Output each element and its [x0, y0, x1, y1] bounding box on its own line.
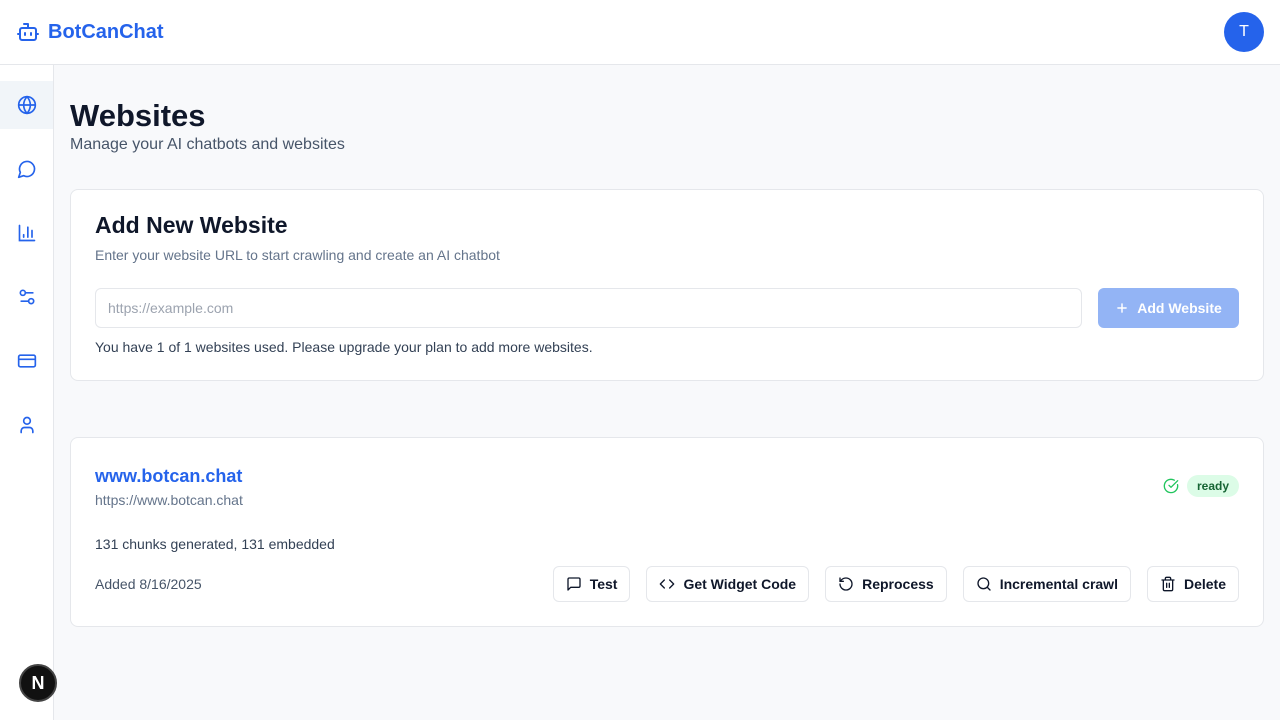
- bar-chart-icon: [18, 224, 35, 242]
- sidebar: [0, 65, 54, 720]
- add-website-button[interactable]: Add Website: [1098, 288, 1239, 328]
- settings-sliders-icon: [19, 289, 34, 305]
- status-badge: ready: [1186, 475, 1239, 497]
- delete-button[interactable]: Delete: [1146, 566, 1239, 602]
- add-website-title: Add New Website: [95, 212, 288, 238]
- brand-name: BotCanChat: [48, 20, 164, 43]
- usage-notice: You have 1 of 1 websites used. Please up…: [95, 339, 593, 355]
- brand-logo[interactable]: BotCanChat: [16, 20, 164, 44]
- website-url: https://www.botcan.chat: [95, 492, 243, 508]
- top-bar: BotCanChat T: [0, 0, 1280, 65]
- globe-icon: [17, 95, 36, 115]
- sidebar-item-settings[interactable]: [0, 273, 53, 321]
- sidebar-item-account[interactable]: [0, 401, 53, 449]
- reprocess-label: Reprocess: [862, 576, 934, 592]
- website-url-input[interactable]: [95, 288, 1082, 328]
- test-label: Test: [589, 576, 618, 592]
- incremental-crawl-label: Incremental crawl: [999, 576, 1118, 592]
- search-icon: [977, 577, 991, 591]
- user-icon: [19, 416, 34, 434]
- check-circle-icon: [1163, 478, 1179, 494]
- credit-card-icon: [17, 354, 36, 368]
- plus-icon: [1117, 303, 1128, 313]
- website-card: www.botcan.chat https://www.botcan.chat …: [70, 437, 1264, 627]
- delete-label: Delete: [1183, 576, 1226, 592]
- rotate-ccw-icon: [839, 577, 853, 591]
- add-website-label: Add Website: [1137, 300, 1222, 316]
- website-name[interactable]: www.botcan.chat: [95, 466, 242, 487]
- website-actions: Test Get Widget Code Reprocess Increment…: [552, 566, 1239, 602]
- add-website-card: Add New Website Enter your website URL t…: [70, 189, 1264, 381]
- page-subtitle: Manage your AI chatbots and websites: [70, 136, 345, 153]
- sidebar-item-websites[interactable]: [0, 81, 53, 129]
- added-date: Added 8/16/2025: [95, 576, 202, 592]
- test-button[interactable]: Test: [552, 566, 631, 602]
- sidebar-item-chats[interactable]: [0, 145, 53, 193]
- incremental-crawl-button[interactable]: Incremental crawl: [962, 566, 1131, 602]
- add-website-description: Enter your website URL to start crawling…: [95, 247, 500, 263]
- dev-tools-badge[interactable]: N: [19, 664, 57, 702]
- chunks-summary: 131 chunks generated, 131 embedded: [95, 536, 335, 552]
- get-widget-code-label: Get Widget Code: [683, 576, 797, 592]
- website-status: ready: [1163, 475, 1239, 497]
- chat-bubble-icon: [17, 160, 35, 179]
- reprocess-button[interactable]: Reprocess: [825, 566, 947, 602]
- get-widget-code-button[interactable]: Get Widget Code: [646, 566, 810, 602]
- trash-icon: [1161, 576, 1175, 592]
- sidebar-item-analytics[interactable]: [0, 209, 53, 257]
- code-icon: [660, 579, 675, 589]
- user-avatar[interactable]: T: [1224, 12, 1264, 52]
- sidebar-item-billing[interactable]: [0, 337, 53, 385]
- bot-icon: [17, 23, 39, 41]
- page-title: Websites: [70, 98, 206, 133]
- message-square-icon: [567, 577, 581, 591]
